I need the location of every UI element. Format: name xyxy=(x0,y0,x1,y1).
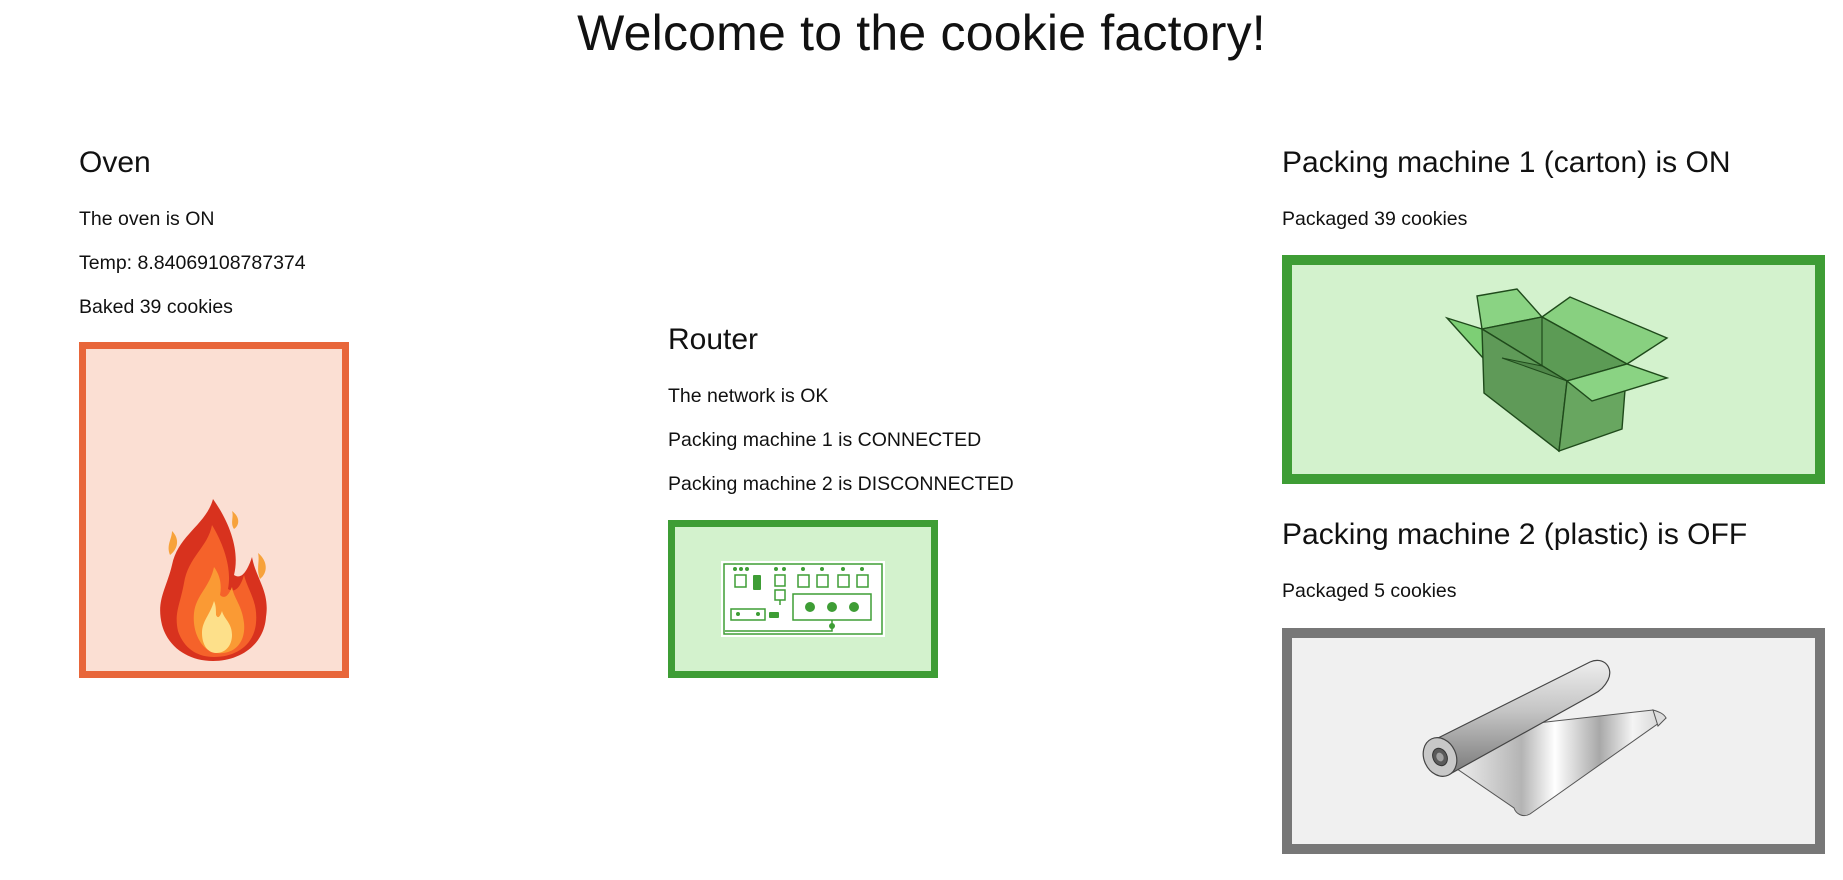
circuit-board-icon xyxy=(721,561,885,637)
pm1-heading: Packing machine 1 (carton) is ON xyxy=(1282,146,1731,179)
fire-icon xyxy=(160,499,267,661)
pm1-image-frame xyxy=(1282,255,1825,484)
router-image-frame xyxy=(668,520,938,678)
pm2-packaged-count: Packaged 5 cookies xyxy=(1282,580,1457,602)
packing-machine-1-panel: Packing machine 1 (carton) is ON Package… xyxy=(1282,146,1731,231)
router-pm2-status: Packing machine 2 is DISCONNECTED xyxy=(668,473,1014,495)
oven-image-frame xyxy=(79,342,349,678)
oven-panel: Oven The oven is ON Temp: 8.840691087873… xyxy=(79,146,306,319)
page-title: Welcome to the cookie factory! xyxy=(577,5,1266,61)
pm2-image-frame xyxy=(1282,628,1825,854)
oven-heading: Oven xyxy=(79,146,151,179)
plastic-wrap-roll-icon xyxy=(1422,659,1667,817)
router-pm1-status: Packing machine 1 is CONNECTED xyxy=(668,429,982,451)
oven-baked-count: Baked 39 cookies xyxy=(79,296,233,318)
oven-status: The oven is ON xyxy=(79,208,215,230)
pm2-heading: Packing machine 2 (plastic) is OFF xyxy=(1282,518,1748,551)
router-heading: Router xyxy=(668,323,759,356)
oven-temp: Temp: 8.84069108787374 xyxy=(79,252,306,274)
router-panel: Router The network is OK Packing machine… xyxy=(668,323,1014,496)
packing-machine-2-panel: Packing machine 2 (plastic) is OFF Packa… xyxy=(1282,518,1747,603)
pm1-packaged-count: Packaged 39 cookies xyxy=(1282,208,1468,230)
carton-box-icon xyxy=(1444,288,1670,453)
router-network-status: The network is OK xyxy=(668,385,829,407)
